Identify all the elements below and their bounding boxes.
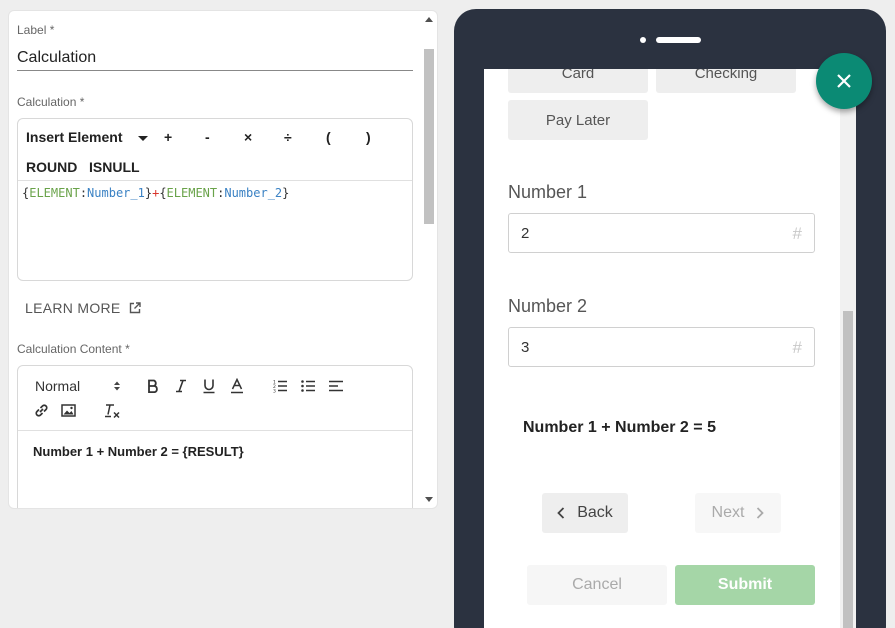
learn-more-link[interactable]: LEARN MORE — [25, 300, 141, 316]
expr-token: : — [79, 186, 88, 200]
expr-token: Number_2 — [224, 186, 283, 200]
label-field-label: Label * — [17, 23, 55, 37]
phone-camera — [640, 37, 646, 43]
learn-more-label: LEARN MORE — [25, 300, 121, 316]
expr-token: ELEMENT — [166, 186, 218, 200]
number-hash-icon: # — [792, 338, 802, 357]
calculation-expression[interactable]: {ELEMENT:Number_1}+{ELEMENT:Number_2} — [22, 186, 289, 200]
back-label: Back — [577, 504, 613, 521]
divide-operator-button[interactable]: ÷ — [284, 129, 292, 145]
close-icon — [837, 74, 851, 88]
bullet-list-icon[interactable] — [301, 379, 315, 393]
phone-screen: Card Checking Pay Later Number 1 2 # Num… — [484, 69, 856, 628]
phone-scrollbar[interactable] — [840, 69, 856, 628]
next-button[interactable]: Next — [695, 493, 781, 533]
chevron-down-icon — [138, 135, 149, 141]
phone-speaker — [656, 37, 701, 43]
external-link-icon — [129, 302, 141, 314]
align-left-icon[interactable] — [329, 379, 343, 393]
scroll-up-icon[interactable] — [425, 17, 433, 22]
underline-icon[interactable] — [202, 378, 216, 394]
multiply-operator-button[interactable]: × — [244, 129, 252, 145]
payment-option-checking[interactable]: Checking — [656, 69, 796, 93]
number2-value: 3 — [521, 338, 530, 356]
element-editor-panel: Label * Calculation * Insert Element + -… — [8, 10, 438, 509]
plus-operator-button[interactable]: + — [164, 129, 172, 145]
text-format-select[interactable]: Normal — [35, 378, 121, 394]
number2-label: Number 2 — [508, 296, 588, 316]
insert-element-dropdown[interactable]: Insert Element — [26, 129, 149, 145]
link-icon[interactable] — [34, 403, 49, 418]
svg-text:3: 3 — [273, 389, 276, 394]
number1-input[interactable]: 2 # — [508, 213, 815, 253]
submit-button[interactable]: Submit — [675, 565, 815, 605]
minus-operator-button[interactable]: - — [205, 129, 210, 145]
payment-option-card[interactable]: Card — [508, 69, 648, 93]
number1-value: 2 — [521, 224, 530, 242]
text-color-icon[interactable] — [230, 378, 244, 394]
expr-token: } — [282, 186, 290, 200]
close-paren-button[interactable]: ) — [366, 129, 371, 145]
payment-option-pay-later[interactable]: Pay Later — [508, 100, 648, 140]
image-icon[interactable] — [61, 404, 76, 417]
number-hash-icon: # — [792, 224, 802, 243]
chevron-left-icon — [557, 507, 565, 519]
expr-token: { — [159, 186, 167, 200]
cancel-button[interactable]: Cancel — [527, 565, 667, 605]
expr-token: ELEMENT — [29, 186, 80, 200]
calculation-editor: Insert Element + - × ÷ ( ) ROUND ISNULL … — [17, 118, 413, 281]
sort-arrows-icon — [114, 381, 120, 391]
calculation-field-label: Calculation * — [17, 95, 85, 109]
rich-text-toolbar-divider — [18, 430, 412, 431]
calculation-result: Number 1 + Number 2 = 5 — [523, 419, 716, 436]
bold-icon[interactable] — [147, 379, 159, 393]
phone-preview-frame: Card Checking Pay Later Number 1 2 # Num… — [454, 9, 886, 628]
editor-scrollbar[interactable] — [422, 11, 437, 508]
calculation-toolbar-divider — [18, 180, 412, 181]
calculation-content-body[interactable]: Number 1 + Number 2 = {RESULT} — [33, 444, 244, 459]
isnull-function-button[interactable]: ISNULL — [89, 159, 140, 175]
insert-element-label: Insert Element — [26, 129, 123, 145]
close-preview-button[interactable] — [816, 53, 872, 109]
italic-icon[interactable] — [175, 379, 187, 393]
calculation-content-label: Calculation Content * — [17, 342, 130, 356]
number2-input[interactable]: 3 # — [508, 327, 815, 367]
expr-token: } — [144, 186, 153, 200]
next-label: Next — [711, 504, 745, 521]
scroll-down-icon[interactable] — [425, 497, 433, 502]
text-format-value: Normal — [35, 378, 81, 394]
open-paren-button[interactable]: ( — [326, 129, 331, 145]
ordered-list-icon[interactable]: 1 2 3 — [273, 379, 287, 393]
label-input[interactable] — [17, 45, 413, 71]
number1-label: Number 1 — [508, 182, 588, 202]
phone-scroll-thumb[interactable] — [843, 311, 853, 628]
editor-scroll-thumb[interactable] — [424, 49, 434, 224]
calculation-content-editor: Normal 1 2 3 Number 1 + Number 2 = {RESU… — [17, 365, 413, 508]
expr-token: Number_1 — [87, 186, 145, 200]
back-button[interactable]: Back — [542, 493, 628, 533]
chevron-right-icon — [757, 507, 765, 519]
clear-format-icon[interactable] — [104, 403, 120, 419]
round-function-button[interactable]: ROUND — [26, 159, 77, 175]
